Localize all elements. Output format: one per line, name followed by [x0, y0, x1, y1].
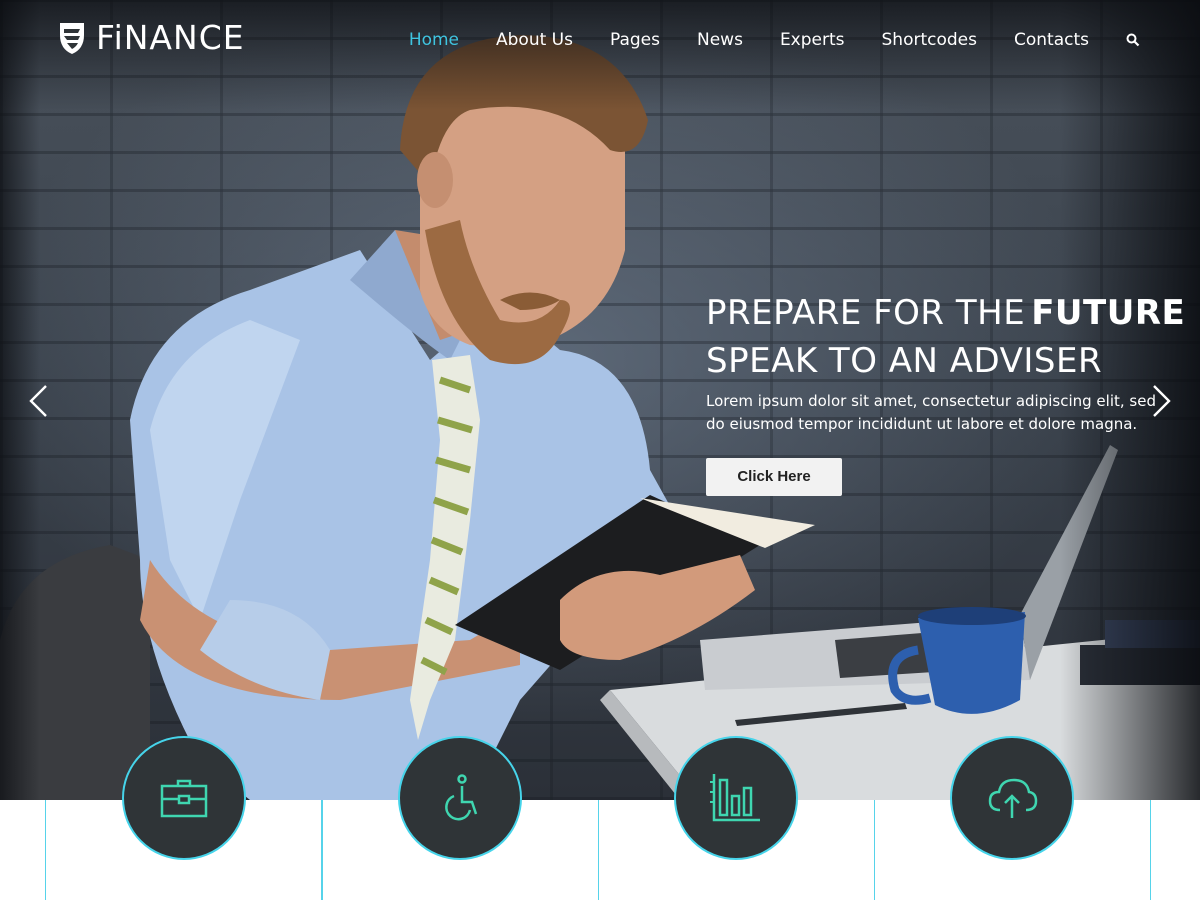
hero-headline-line2: SPEAK TO AN ADVISER — [706, 341, 1103, 381]
headline-bold: FUTURE — [1031, 293, 1186, 333]
hero-subtext: Lorem ipsum dolor sit amet, consectetur … — [706, 392, 1156, 433]
nav-item-about-us[interactable]: About Us — [496, 30, 573, 50]
accessibility-icon[interactable] — [398, 736, 522, 860]
chevron-left-icon[interactable] — [28, 384, 48, 418]
hero-caption: PREPARE FOR THE FUTURE SPEAK TO AN ADVISE… — [706, 293, 1185, 496]
nav-item-shortcodes[interactable]: Shortcodes — [882, 30, 977, 50]
hero-slider: PREPARE FOR THE FUTURE SPEAK TO AN ADVISE… — [0, 0, 1200, 800]
briefcase-icon[interactable] — [122, 736, 246, 860]
nav-item-pages[interactable]: Pages — [610, 30, 660, 50]
cloud-upload-icon[interactable] — [950, 736, 1074, 860]
nav-item-news[interactable]: News — [697, 30, 743, 50]
hero-headline: PREPARE FOR THE FUTURE — [706, 293, 1185, 333]
headline-light: PREPARE FOR THE — [706, 293, 1026, 333]
nav-item-home[interactable]: Home — [409, 30, 459, 50]
bar-chart-icon[interactable] — [674, 736, 798, 860]
nav-item-experts[interactable]: Experts — [780, 30, 845, 50]
nav-item-contacts[interactable]: Contacts — [1014, 30, 1089, 50]
brand-name: FiNANCE — [96, 18, 245, 57]
search-icon[interactable] — [1126, 33, 1140, 47]
brand-logo[interactable]: FiNANCE — [58, 18, 245, 57]
main-nav: Home About Us Pages News Experts Shortco… — [372, 30, 1140, 50]
shield-logo-icon — [60, 22, 84, 54]
click-here-button[interactable]: Click Here — [706, 458, 842, 496]
